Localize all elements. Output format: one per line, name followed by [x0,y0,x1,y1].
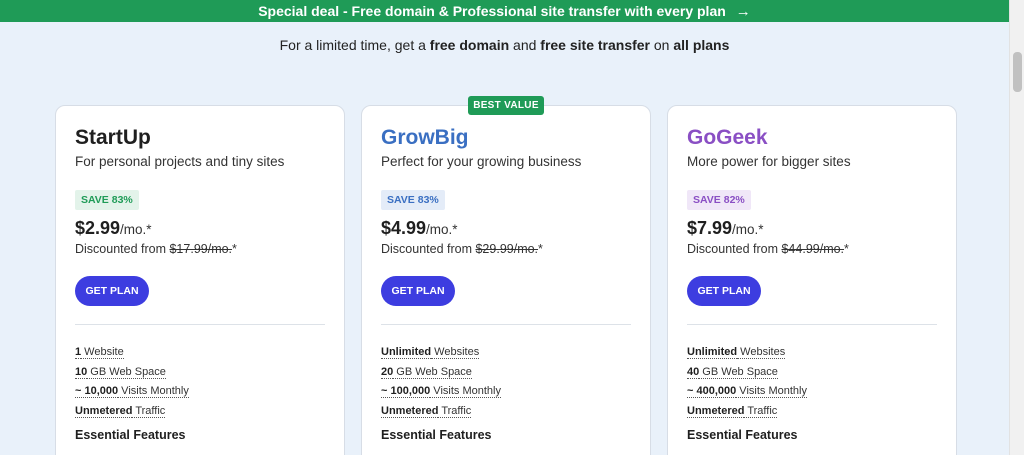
divider [381,324,631,325]
price-amount: $2.99 [75,218,121,238]
feature-label: Visits Monthly [736,385,807,398]
plan-card-startup: StartUp For personal projects and tiny s… [55,105,345,455]
discount-prefix: Discounted from [75,242,170,256]
subtitle-bold-2: free site transfer [540,37,650,53]
best-value-badge: BEST VALUE [468,96,544,115]
promo-banner[interactable]: Special deal - Free domain & Professiona… [0,0,1009,22]
plan-description: Perfect for your growing business [381,154,582,169]
discount-text: Discounted from $17.99/mo.* [75,242,237,256]
plan-card-growbig: GrowBig Perfect for your growing busines… [361,105,651,455]
feature-item: Unlimited Websites [687,345,807,365]
feature-value: 20 [381,365,394,379]
plan-name: GrowBig [381,126,469,149]
discount-prefix: Discounted from [381,242,476,256]
plan-card-gogeek: GoGeek More power for bigger sites SAVE … [667,105,957,455]
feature-value: Unlimited [687,346,738,359]
feature-item: ~ 400,000 Visits Monthly [687,384,807,404]
feature-label: GB Web Space [87,365,166,379]
feature-value: 10 [75,365,88,379]
feature-item: 1 Website [75,345,189,365]
save-badge: SAVE 83% [381,190,445,210]
feature-item: ~ 100,000 Visits Monthly [381,384,501,404]
discount-suffix: * [538,242,543,256]
feature-label: Visits Monthly [430,385,501,398]
feature-list: 1 Website 10 GB Web Space ~ 10,000 Visit… [75,345,189,423]
feature-item: 40 GB Web Space [687,365,807,385]
feature-list: Unlimited Websites 40 GB Web Space ~ 400… [687,345,807,423]
feature-label: GB Web Space [699,365,778,379]
feature-item: 20 GB Web Space [381,365,501,385]
price-amount: $7.99 [687,218,733,238]
price-period: /mo.* [120,222,152,237]
feature-item: 10 GB Web Space [75,365,189,385]
feature-list: Unlimited Websites 20 GB Web Space ~ 100… [381,345,501,423]
discount-text: Discounted from $44.99/mo.* [687,242,849,256]
price-amount: $4.99 [381,218,427,238]
feature-label: Visits Monthly [118,385,189,398]
feature-value: ~ 400,000 [687,385,737,398]
feature-label: Websites [737,346,786,359]
promo-subtitle: For a limited time, get a free domain an… [0,37,1009,53]
discount-suffix: * [232,242,237,256]
feature-value: ~ 10,000 [75,385,119,398]
feature-value: ~ 100,000 [381,385,431,398]
feature-value: Unmetered [687,404,745,418]
feature-value: Unmetered [381,404,439,418]
old-price: $17.99/mo. [169,242,233,256]
feature-label: Traffic [132,404,166,418]
feature-item: Unmetered Traffic [381,404,501,424]
scrollbar-thumb[interactable] [1013,52,1022,92]
plan-name: StartUp [75,126,151,149]
feature-label: Traffic [438,404,472,418]
divider [687,324,937,325]
feature-item: Unlimited Websites [381,345,501,365]
promo-banner-text: Special deal - Free domain & Professiona… [258,3,726,19]
subtitle-text-2: and [509,37,541,53]
page-scrollbar[interactable] [1009,0,1024,455]
essential-features-heading: Essential Features [381,428,492,442]
feature-value: Unmetered [75,404,133,418]
old-price: $44.99/mo. [781,242,845,256]
essential-features-heading: Essential Features [75,428,186,442]
feature-item: Unmetered Traffic [687,404,807,424]
feature-value: Unlimited [381,346,432,359]
save-badge: SAVE 83% [75,190,139,210]
subtitle-text-1: For a limited time, get a [279,37,430,53]
divider [75,324,325,325]
arrow-right-icon: → [735,2,751,20]
subtitle-text-3: on [650,37,674,53]
plan-description: More power for bigger sites [687,154,851,169]
feature-item: Unmetered Traffic [75,404,189,424]
essential-features-heading: Essential Features [687,428,798,442]
plan-price: $2.99/mo.* [75,218,152,239]
price-period: /mo.* [426,222,458,237]
feature-label: GB Web Space [393,365,472,379]
feature-label: Traffic [744,404,778,418]
get-plan-button[interactable]: GET PLAN [687,276,761,306]
plan-price: $7.99/mo.* [687,218,764,239]
feature-label: Website [81,346,124,359]
old-price: $29.99/mo. [475,242,539,256]
feature-value: 40 [687,365,700,379]
plan-name: GoGeek [687,126,768,149]
discount-suffix: * [844,242,849,256]
price-period: /mo.* [732,222,764,237]
feature-item: ~ 10,000 Visits Monthly [75,384,189,404]
subtitle-bold-1: free domain [429,37,510,53]
discount-text: Discounted from $29.99/mo.* [381,242,543,256]
feature-label: Websites [431,346,480,359]
save-badge: SAVE 82% [687,190,751,210]
discount-prefix: Discounted from [687,242,782,256]
plan-price: $4.99/mo.* [381,218,458,239]
subtitle-bold-3: all plans [673,37,730,53]
get-plan-button[interactable]: GET PLAN [381,276,455,306]
get-plan-button[interactable]: GET PLAN [75,276,149,306]
plan-description: For personal projects and tiny sites [75,154,285,169]
